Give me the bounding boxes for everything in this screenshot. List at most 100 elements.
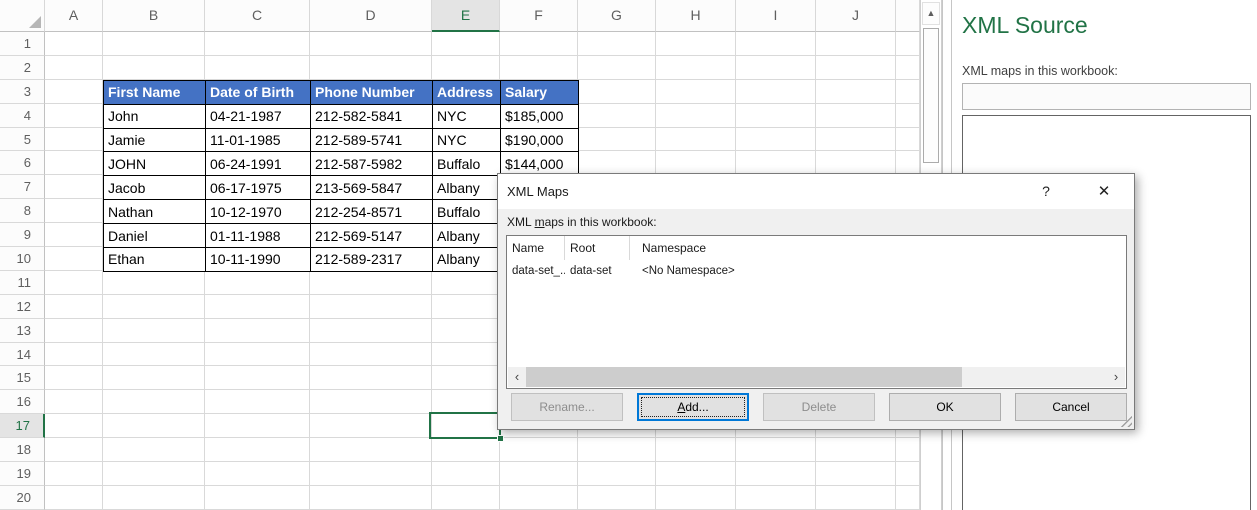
table-cell[interactable]: Albany — [433, 224, 501, 248]
cell-i5[interactable] — [736, 128, 816, 151]
cell-d19[interactable] — [310, 462, 432, 485]
dialog-horizontal-scrollbar[interactable]: ‹ › — [508, 367, 1125, 387]
cell-b14[interactable] — [103, 343, 205, 366]
cell-j20[interactable] — [816, 486, 896, 509]
rename-button[interactable]: Rename... — [511, 393, 623, 421]
cell-a9[interactable] — [45, 223, 103, 246]
hscroll-right-button[interactable]: › — [1107, 367, 1125, 387]
cell-f2[interactable] — [500, 56, 578, 79]
row-header-10[interactable]: 10 — [0, 247, 45, 271]
cell-g1[interactable] — [578, 32, 656, 55]
cell-partial1[interactable] — [896, 32, 920, 55]
row-header-1[interactable]: 1 — [0, 32, 45, 56]
cell-b2[interactable] — [103, 56, 205, 79]
table-cell[interactable]: Jacob — [104, 176, 206, 200]
hscroll-left-button[interactable]: ‹ — [508, 367, 526, 387]
cell-c16[interactable] — [205, 390, 310, 413]
cell-d1[interactable] — [310, 32, 432, 55]
cell-j1[interactable] — [816, 32, 896, 55]
table-cell[interactable]: Albany — [433, 176, 501, 200]
cell-d14[interactable] — [310, 343, 432, 366]
table-cell[interactable]: 212-569-5147 — [311, 224, 433, 248]
cell-e19[interactable] — [432, 462, 500, 485]
cell-c13[interactable] — [205, 319, 310, 342]
cell-c17[interactable] — [205, 414, 310, 437]
table-cell[interactable]: Jamie — [104, 129, 206, 153]
cell-g4[interactable] — [578, 104, 656, 127]
row-header-8[interactable]: 8 — [0, 199, 45, 223]
cell-a12[interactable] — [45, 295, 103, 318]
cell-j3[interactable] — [816, 80, 896, 103]
column-header-g[interactable]: G — [578, 0, 656, 32]
cell-i4[interactable] — [736, 104, 816, 127]
cell-partial19[interactable] — [896, 462, 920, 485]
cell-b1[interactable] — [103, 32, 205, 55]
cell-c12[interactable] — [205, 295, 310, 318]
cell-d16[interactable] — [310, 390, 432, 413]
cell-h2[interactable] — [656, 56, 736, 79]
cell-g19[interactable] — [578, 462, 656, 485]
cell-j4[interactable] — [816, 104, 896, 127]
active-cell-selection[interactable] — [429, 412, 501, 439]
cell-g3[interactable] — [578, 80, 656, 103]
cell-g5[interactable] — [578, 128, 656, 151]
column-header-a[interactable]: A — [45, 0, 103, 32]
delete-button[interactable]: Delete — [763, 393, 875, 421]
cell-g6[interactable] — [578, 151, 656, 174]
cell-e14[interactable] — [432, 343, 500, 366]
cell-g18[interactable] — [578, 438, 656, 461]
cell-h19[interactable] — [656, 462, 736, 485]
table-cell[interactable]: $185,000 — [501, 105, 579, 129]
listview-column-namespace[interactable]: Namespace — [630, 236, 1126, 260]
cell-i1[interactable] — [736, 32, 816, 55]
cell-c11[interactable] — [205, 271, 310, 294]
scroll-up-button[interactable]: ▲ — [922, 2, 940, 25]
row-header-7[interactable]: 7 — [0, 175, 45, 199]
cell-a16[interactable] — [45, 390, 103, 413]
cell-a7[interactable] — [45, 175, 103, 198]
cell-a8[interactable] — [45, 199, 103, 222]
cell-g20[interactable] — [578, 486, 656, 509]
cell-d17[interactable] — [310, 414, 432, 437]
table-cell[interactable]: 212-587-5982 — [311, 152, 433, 176]
cell-j19[interactable] — [816, 462, 896, 485]
cell-a19[interactable] — [45, 462, 103, 485]
cell-c14[interactable] — [205, 343, 310, 366]
column-header-d[interactable]: D — [310, 0, 432, 32]
column-header-partial[interactable] — [896, 0, 920, 32]
column-header-e[interactable]: E — [432, 0, 500, 32]
cell-e15[interactable] — [432, 366, 500, 389]
cell-a1[interactable] — [45, 32, 103, 55]
cell-c19[interactable] — [205, 462, 310, 485]
cell-e16[interactable] — [432, 390, 500, 413]
table-cell[interactable]: 212-582-5841 — [311, 105, 433, 129]
table-cell[interactable]: JOHN — [104, 152, 206, 176]
table-header-cell[interactable]: First Name — [104, 81, 206, 105]
cancel-button[interactable]: Cancel — [1015, 393, 1127, 421]
cell-e20[interactable] — [432, 486, 500, 509]
pane-maps-combobox[interactable] — [962, 83, 1251, 110]
table-cell[interactable]: Ethan — [104, 248, 206, 272]
cell-c2[interactable] — [205, 56, 310, 79]
xml-maps-listview[interactable]: Name Root Namespace data-set_...data-set… — [506, 235, 1127, 389]
row-header-19[interactable]: 19 — [0, 462, 45, 486]
cell-j5[interactable] — [816, 128, 896, 151]
cell-d2[interactable] — [310, 56, 432, 79]
cell-f18[interactable] — [500, 438, 578, 461]
cell-e18[interactable] — [432, 438, 500, 461]
cell-e2[interactable] — [432, 56, 500, 79]
cell-partial20[interactable] — [896, 486, 920, 509]
xml-map-list-item[interactable]: data-set_...data-set<No Namespace> — [507, 260, 1126, 282]
cell-partial18[interactable] — [896, 438, 920, 461]
column-header-h[interactable]: H — [656, 0, 736, 32]
column-header-i[interactable]: I — [736, 0, 816, 32]
table-cell[interactable]: Buffalo — [433, 152, 501, 176]
row-header-2[interactable]: 2 — [0, 56, 45, 80]
cell-b16[interactable] — [103, 390, 205, 413]
row-header-11[interactable]: 11 — [0, 271, 45, 295]
cell-partial6[interactable] — [896, 151, 920, 174]
table-header-cell[interactable]: Address — [433, 81, 501, 105]
cell-i6[interactable] — [736, 151, 816, 174]
cell-a5[interactable] — [45, 128, 103, 151]
cell-a13[interactable] — [45, 319, 103, 342]
